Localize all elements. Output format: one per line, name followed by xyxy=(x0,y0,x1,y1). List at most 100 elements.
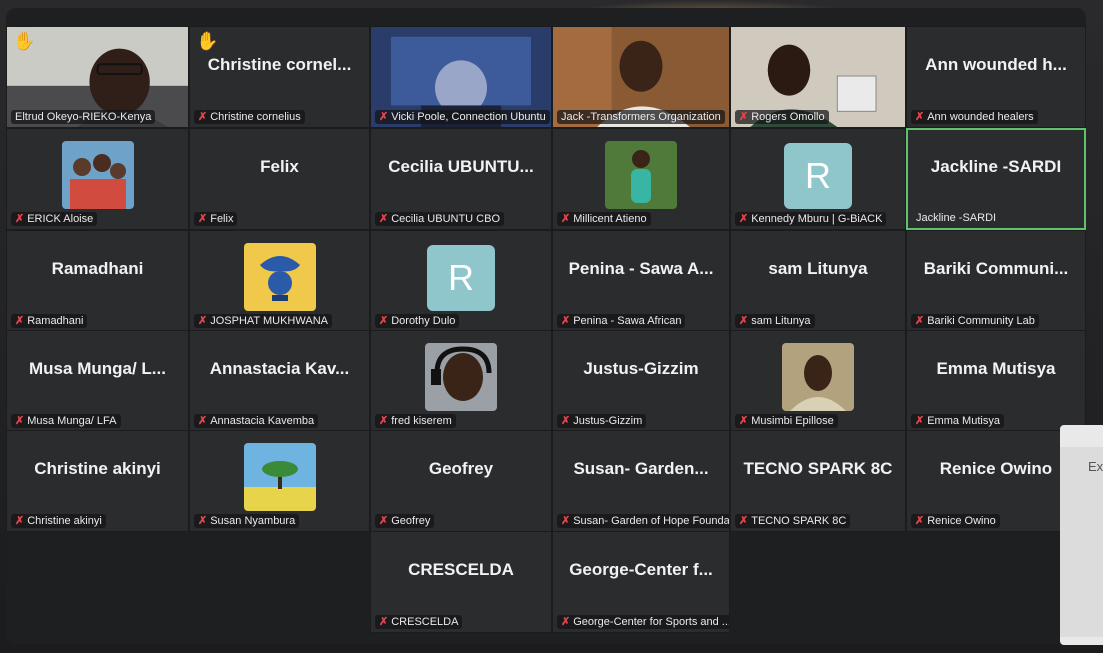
zoom-gallery-view: ✋ Eltrud Okeyo-RIEKO-Kenya Christine corne… xyxy=(6,8,1086,644)
mic-off-icon: ✗ xyxy=(561,212,571,225)
participant-label-text: Justus-Gizzim xyxy=(573,415,643,427)
participant-tile[interactable]: Penina - Sawa A... ✗ Penina - Sawa African xyxy=(552,230,730,332)
participant-avatar xyxy=(61,141,134,209)
participant-tile[interactable]: ✗ Susan Nyambura xyxy=(189,430,370,532)
participant-tile[interactable]: Christine akinyi ✗ Christine akinyi xyxy=(6,430,189,532)
participant-name-label: Eltrud Okeyo-RIEKO-Kenya xyxy=(11,110,156,124)
mic-off-icon: ✗ xyxy=(379,110,389,123)
participant-tile[interactable]: ✗ fred kiserem xyxy=(370,330,552,432)
participant-avatar xyxy=(243,243,316,311)
participant-label-text: sam Litunya xyxy=(751,315,811,327)
mic-off-icon: ✗ xyxy=(739,212,749,225)
participant-tile[interactable]: ✋ Eltrud Okeyo-RIEKO-Kenya xyxy=(6,26,189,128)
mic-off-icon: ✗ xyxy=(915,514,925,527)
participant-name-label: ✗ Millicent Atieno xyxy=(557,212,651,226)
participant-tile[interactable]: Jackline -SARDI Jackline -SARDI xyxy=(906,128,1086,230)
participant-name-label: ✗ Ann wounded healers xyxy=(911,110,1038,124)
participant-tile[interactable]: Susan- Garden... ✗ Susan- Garden of Hope F… xyxy=(552,430,730,532)
mic-off-icon: ✗ xyxy=(15,314,25,327)
participant-tile[interactable]: Renice Owino ✗ Renice Owino xyxy=(906,430,1086,532)
participant-display-name: sam Litunya xyxy=(768,259,868,278)
participant-name-label: ✗ Musimbi Epillose xyxy=(735,414,838,428)
participant-label-text: Millicent Atieno xyxy=(573,213,647,225)
participant-display-name: Emma Mutisya xyxy=(936,359,1056,378)
participant-tile[interactable]: TECNO SPARK 8C ✗ TECNO SPARK 8C xyxy=(730,430,906,532)
participant-display-name: CRESCELDA xyxy=(408,560,514,579)
mic-off-icon: ✗ xyxy=(561,414,571,427)
participant-tile[interactable]: Cecilia UBUNTU... ✗ Cecilia UBUNTU CBO xyxy=(370,128,552,230)
participant-name-label: ✗ Penina - Sawa African xyxy=(557,314,686,328)
participant-label-text: CRESCELDA xyxy=(391,616,459,628)
participant-label-text: Renice Owino xyxy=(927,515,996,527)
participant-tile[interactable]: Emma Mutisya ✗ Emma Mutisya xyxy=(906,330,1086,432)
side-window-content xyxy=(1060,447,1103,637)
participant-tile[interactable]: Christine cornel... ✋ ✗ Christine cornelius xyxy=(189,26,370,128)
participant-name-label: ✗ Emma Mutisya xyxy=(911,414,1004,428)
participant-tile[interactable]: ✗ Millicent Atieno xyxy=(552,128,730,230)
participant-display-name: Justus-Gizzim xyxy=(583,359,699,378)
participant-name-label: ✗ Musa Munga/ LFA xyxy=(11,414,121,428)
mic-off-icon: ✗ xyxy=(379,212,389,225)
participant-name-label: Jackline -SARDI xyxy=(912,211,1000,225)
participant-name-label: ✗ Geofrey xyxy=(375,514,435,528)
participant-display-name: TECNO SPARK 8C xyxy=(743,459,893,478)
participant-tile[interactable]: R ✗ Kennedy Mburu | G-BiACK xyxy=(730,128,906,230)
participant-tile[interactable]: ✗ ERICK Aloise xyxy=(6,128,189,230)
participant-tile[interactable]: George-Center f... ✗ George-Center for Spo… xyxy=(552,531,730,633)
mic-off-icon: ✗ xyxy=(561,314,571,327)
participant-tile[interactable]: Bariki Communi... ✗ Bariki Community Lab xyxy=(906,230,1086,332)
participant-tile[interactable]: CRESCELDA ✗ CRESCELDA xyxy=(370,531,552,633)
participant-name-label: ✗ ERICK Aloise xyxy=(11,212,98,226)
participant-tile[interactable]: Jack -Transformers Organization xyxy=(552,26,730,128)
mic-off-icon: ✗ xyxy=(915,110,925,123)
participant-tile[interactable]: ✗ JOSPHAT MUKHWANA xyxy=(189,230,370,332)
participant-tile[interactable]: R ✗ Dorothy Dulo xyxy=(370,230,552,332)
participant-display-name: Felix xyxy=(260,157,299,176)
participant-tile[interactable]: ✗ Rogers Omollo xyxy=(730,26,906,128)
mic-off-icon: ✗ xyxy=(198,414,208,427)
participant-label-text: Ramadhani xyxy=(27,315,84,327)
participant-name-label: ✗ Christine cornelius xyxy=(194,110,305,124)
participant-label-text: Cecilia UBUNTU CBO xyxy=(391,213,501,225)
participant-initial-avatar: R xyxy=(427,245,495,311)
participant-label-text: Dorothy Dulo xyxy=(391,315,456,327)
participant-name-label: ✗ Vicki Poole, Connection Ubuntu xyxy=(375,110,550,124)
participant-label-text: Vicki Poole, Connection Ubuntu xyxy=(391,111,546,123)
participant-tile[interactable]: Geofrey ✗ Geofrey xyxy=(370,430,552,532)
participant-tile[interactable]: Justus-Gizzim ✗ Justus-Gizzim xyxy=(552,330,730,432)
mic-off-icon: ✗ xyxy=(739,514,749,527)
participant-label-text: Susan Nyambura xyxy=(210,515,296,527)
participant-name-label: ✗ Ramadhani xyxy=(11,314,88,328)
participant-name-label: ✗ Kennedy Mburu | G-BiACK xyxy=(735,212,887,226)
participant-name-label: ✗ Susan Nyambura xyxy=(194,514,300,528)
participant-label-text: Penina - Sawa African xyxy=(573,315,682,327)
participant-label-text: Christine cornelius xyxy=(210,111,301,123)
participant-label-text: George-Center for Sports and ... xyxy=(573,616,730,628)
mic-off-icon: ✗ xyxy=(739,110,749,123)
participant-label-text: Jackline -SARDI xyxy=(916,212,997,224)
participant-tile[interactable]: ✗ Musimbi Epillose xyxy=(730,330,906,432)
side-window-text: Ex xyxy=(1088,459,1103,474)
participant-name-label: ✗ CRESCELDA xyxy=(375,615,463,629)
mic-off-icon: ✗ xyxy=(15,514,25,527)
participant-label-text: TECNO SPARK 8C xyxy=(751,515,847,527)
participant-display-name: Renice Owino xyxy=(939,459,1053,478)
participant-tile[interactable]: ✗ Vicki Poole, Connection Ubuntu xyxy=(370,26,552,128)
participant-label-text: Bariki Community Lab xyxy=(927,315,1035,327)
participant-name-label: ✗ Renice Owino xyxy=(911,514,1000,528)
mic-off-icon: ✗ xyxy=(379,414,389,427)
participant-display-name: Bariki Communi... xyxy=(923,259,1069,278)
participant-tile[interactable]: Annastacia Kav... ✗ Annastacia Kavemba xyxy=(189,330,370,432)
participant-tile[interactable]: Musa Munga/ L... ✗ Musa Munga/ LFA xyxy=(6,330,189,432)
participant-avatar xyxy=(425,343,497,411)
participant-tile[interactable]: Ramadhani ✗ Ramadhani xyxy=(6,230,189,332)
side-window-preview[interactable]: Ex xyxy=(1060,425,1103,645)
participant-tile[interactable]: Felix ✗ Felix xyxy=(189,128,370,230)
participant-tile[interactable]: sam Litunya ✗ sam Litunya xyxy=(730,230,906,332)
mic-off-icon: ✗ xyxy=(379,314,389,327)
participant-label-text: Geofrey xyxy=(391,515,431,527)
participant-label-text: JOSPHAT MUKHWANA xyxy=(210,315,328,327)
mic-off-icon: ✗ xyxy=(739,314,749,327)
participant-tile[interactable]: Ann wounded h... ✗ Ann wounded healers xyxy=(906,26,1086,128)
participant-label-text: Eltrud Okeyo-RIEKO-Kenya xyxy=(15,111,152,123)
